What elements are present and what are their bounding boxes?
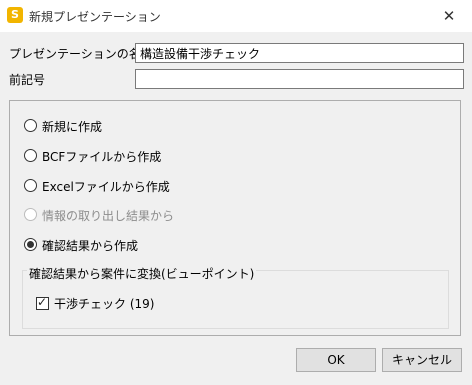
- title-bar: S 新規プレゼンテーション ✕: [0, 0, 472, 32]
- option-bcf-label: BCFファイルから作成: [42, 150, 162, 164]
- radio-extraction: [24, 208, 37, 221]
- radio-new[interactable]: [24, 119, 37, 132]
- prefix-input[interactable]: [135, 69, 464, 89]
- option-new-label: 新規に作成: [42, 120, 103, 134]
- radio-check-results[interactable]: [24, 238, 37, 251]
- clash-check-checkbox[interactable]: ✓: [36, 295, 49, 310]
- cancel-button[interactable]: キャンセル: [382, 348, 462, 372]
- checkmark-icon: ✓: [37, 295, 48, 309]
- window-title: 新規プレゼンテーション: [29, 10, 161, 24]
- option-extraction-label: 情報の取り出し結果から: [42, 209, 175, 223]
- clash-check-label[interactable]: 干渉チェック (19): [54, 295, 154, 312]
- radio-bcf[interactable]: [24, 149, 37, 162]
- prefix-label: 前記号: [9, 73, 46, 87]
- ok-button[interactable]: OK: [296, 348, 376, 372]
- close-icon: ✕: [442, 7, 456, 25]
- app-icon: S: [7, 7, 23, 23]
- option-check-results-label: 確認結果から作成: [42, 239, 139, 253]
- close-button[interactable]: ✕: [426, 0, 472, 32]
- radio-excel[interactable]: [24, 179, 37, 192]
- presentation-name-input[interactable]: [135, 43, 464, 63]
- presentation-name-label: プレゼンテーションの名前: [9, 47, 153, 61]
- convert-viewpoint-group-title: 確認結果から案件に変換(ビューポイント): [27, 265, 257, 282]
- option-excel-label: Excelファイルから作成: [42, 180, 170, 194]
